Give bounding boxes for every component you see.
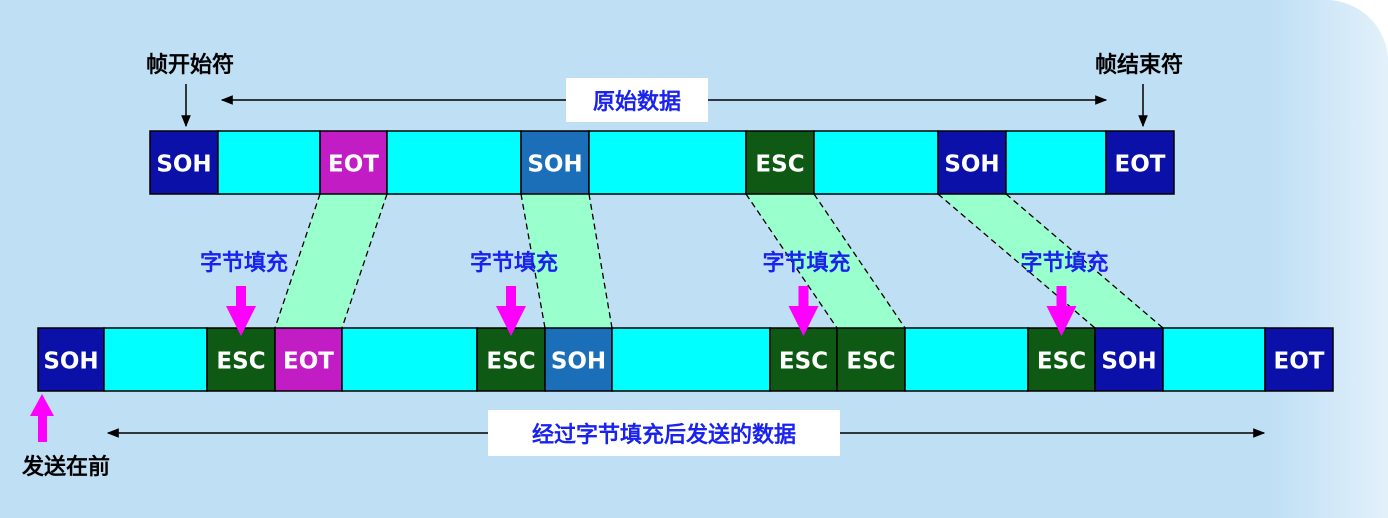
byte-stuffing-label: 字节填充	[200, 250, 288, 276]
send-first-label: 发送在前	[21, 454, 110, 480]
stuffed-data-label: 经过字节填充后发送的数据	[532, 422, 796, 448]
original-frame: SOH EOT SOH ESC SOH EOT	[149, 130, 1175, 195]
stuffed-cell-data	[1162, 327, 1266, 392]
stuffed-cell-label: SOH	[551, 349, 606, 375]
original-cell-label: SOH	[944, 152, 999, 178]
stuffed-cell-label: ESC	[486, 349, 535, 375]
original-cell-label: SOH	[156, 152, 211, 178]
byte-stuffing-arrow-shaft	[506, 286, 516, 308]
original-cell-label: SOH	[527, 152, 582, 178]
frame-start-label: 帧开始符	[146, 52, 234, 78]
byte-stuffing-arrow-shaft	[798, 286, 809, 308]
original-cell-label: EOT	[328, 152, 379, 178]
stuffed-cell-label: ESC	[216, 349, 265, 375]
stuffed-cell-label: SOH	[1101, 349, 1156, 375]
byte-stuffing-label: 字节填充	[470, 250, 558, 276]
stuffed-cell-data	[103, 327, 208, 392]
original-cell-data	[386, 130, 522, 195]
original-cell-data	[813, 130, 939, 195]
original-cell-label: ESC	[755, 152, 804, 178]
stuffed-frame: SOH ESC EOT ESC SOH ESC ESC ESC SOH EOT	[37, 327, 1334, 392]
mapping-band	[275, 194, 387, 328]
stuffed-cell-data	[611, 327, 771, 392]
stuffed-cell-label: ESC	[779, 349, 828, 375]
byte-stuffing-arrow-shaft	[1056, 286, 1067, 308]
original-cell-data	[588, 130, 747, 195]
stuffed-cell-label: SOH	[43, 349, 98, 375]
stuffed-cell-label: EOT	[283, 349, 334, 375]
stuffed-cell-data	[904, 327, 1029, 392]
original-cell-data	[1005, 130, 1107, 195]
byte-stuffing-diagram: SOH EOT SOH ESC SOH EOT SOH ESC EOT ESC SOH ESC ESC…	[21, 52, 1334, 480]
frame-end-label: 帧结束符	[1095, 52, 1183, 78]
original-cell-label: EOT	[1115, 152, 1166, 178]
byte-stuffing-label: 字节填充	[1020, 250, 1108, 276]
original-data-label: 原始数据	[593, 89, 681, 115]
send-first-arrow	[30, 394, 54, 442]
byte-stuffing-label: 字节填充	[762, 250, 850, 276]
byte-stuffing-arrow-shaft	[236, 286, 246, 308]
stuffed-cell-label: EOT	[1274, 349, 1325, 375]
original-cell-data	[217, 130, 321, 195]
stuffed-cell-label: ESC	[846, 349, 895, 375]
stuffed-cell-data	[341, 327, 478, 392]
stuffed-cell-label: ESC	[1037, 349, 1086, 375]
